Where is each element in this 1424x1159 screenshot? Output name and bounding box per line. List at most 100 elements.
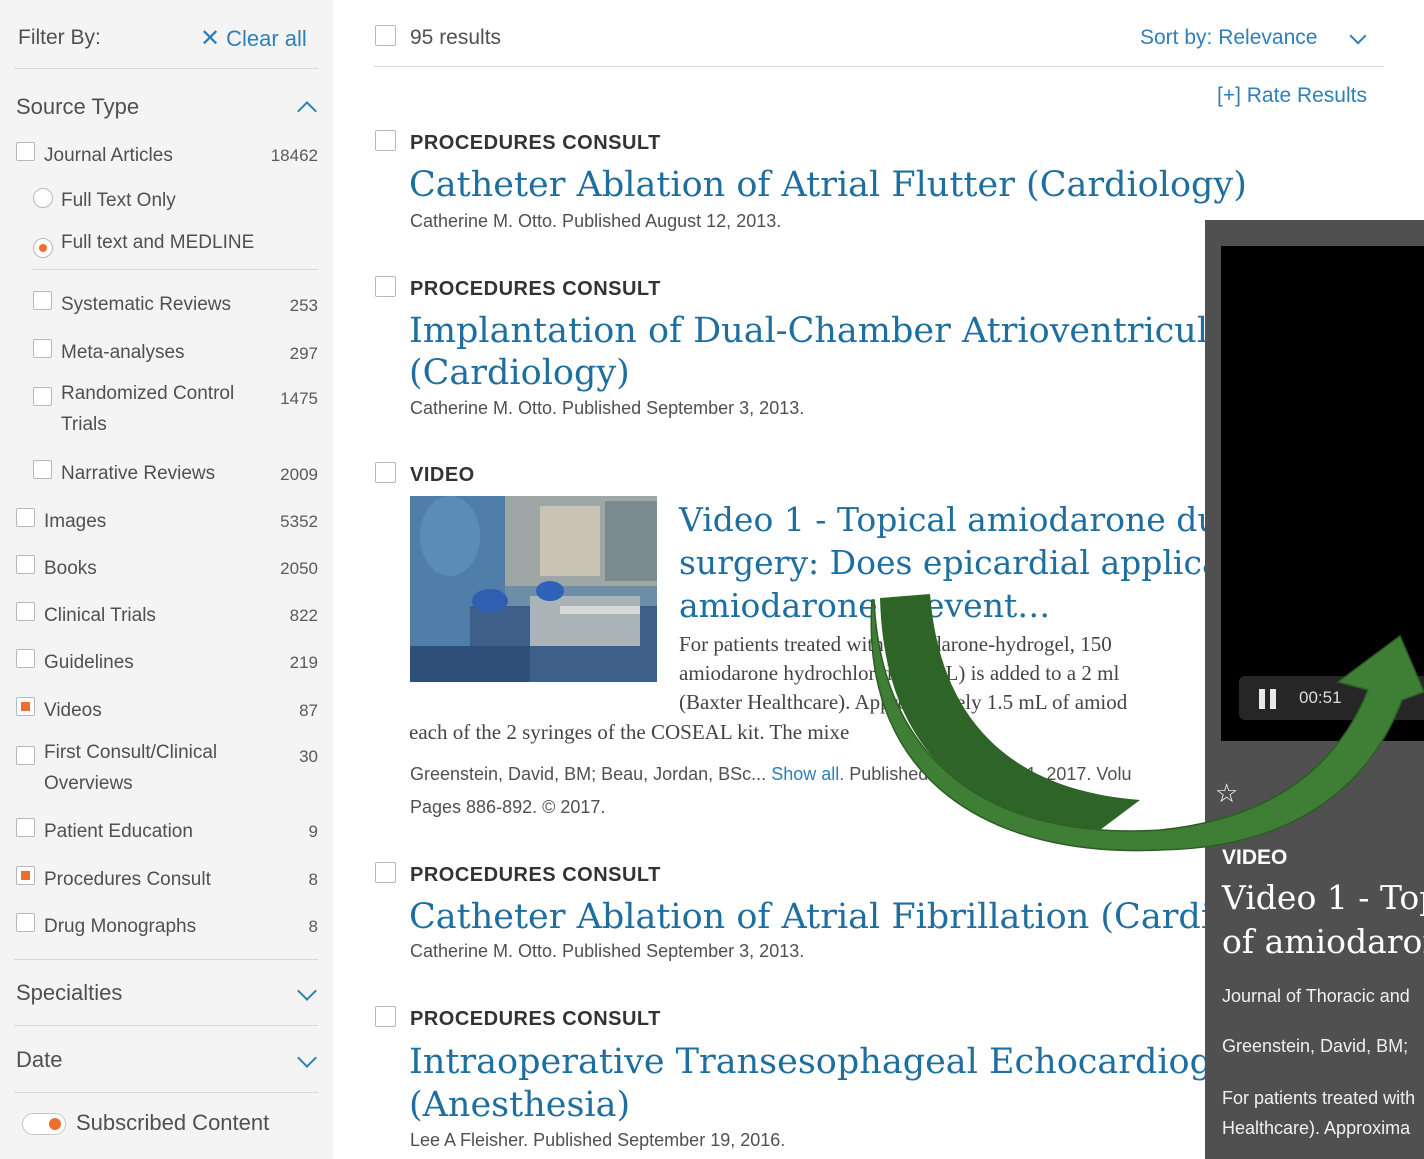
title-line: Video 1 - Top xyxy=(1222,878,1424,917)
checkbox-checked[interactable] xyxy=(16,697,35,716)
video-controls[interactable]: 00:51 xyxy=(1239,676,1424,720)
published: Published September 1, 2017. Volu xyxy=(849,764,1132,784)
title-line: amiodarone prevent… xyxy=(679,586,1051,625)
filter-count: 822 xyxy=(289,606,318,625)
result-meta: Greenstein, David, BM; Beau, Jordan, BSc… xyxy=(410,764,1131,785)
result-meta: Pages 886-892. © 2017. xyxy=(410,797,606,817)
result-checkbox[interactable] xyxy=(375,1006,396,1027)
result-type: PROCEDURES CONSULT xyxy=(410,864,661,886)
filter-label: Procedures Consult xyxy=(44,869,211,890)
filter-label: First Consult/Clinical xyxy=(44,742,218,763)
filter-count: 1475 xyxy=(280,389,318,408)
subscribed-content-toggle[interactable] xyxy=(22,1113,66,1135)
panel-authors: Greenstein, David, BM; xyxy=(1222,1036,1409,1056)
filter-count: 18462 xyxy=(270,146,318,165)
pause-icon[interactable] xyxy=(1259,689,1277,709)
result-title-link[interactable]: Catheter Ablation of Atrial Flutter (Car… xyxy=(409,164,1369,206)
star-icon[interactable]: ☆ xyxy=(1215,778,1238,809)
result-checkbox[interactable] xyxy=(375,130,396,151)
result-checkbox[interactable] xyxy=(375,462,396,483)
chevron-up-icon[interactable] xyxy=(297,101,317,121)
filter-label: Books xyxy=(44,558,97,579)
checkbox[interactable] xyxy=(16,602,35,621)
filter-label: Patient Education xyxy=(44,821,193,842)
result-title-link[interactable]: Video 1 - Topical amiodarone dur surgery… xyxy=(679,498,1246,627)
filter-label: Overviews xyxy=(44,773,133,794)
divider xyxy=(31,269,318,270)
radio[interactable] xyxy=(33,188,53,208)
filter-count: 253 xyxy=(289,296,318,315)
filter-label: Full Text Only xyxy=(61,190,176,211)
rate-results-link[interactable]: [+] Rate Results xyxy=(1217,84,1367,108)
checkbox[interactable] xyxy=(16,508,35,527)
select-all-checkbox[interactable] xyxy=(375,25,396,46)
filter-count: 2009 xyxy=(280,465,318,484)
panel-snippet: Healthcare). Approxima xyxy=(1222,1118,1411,1138)
filter-label: Drug Monographs xyxy=(44,916,197,937)
authors: Greenstein, David, BM; Beau, Jordan, BSc… xyxy=(410,764,767,784)
chevron-down-icon[interactable] xyxy=(297,1048,317,1068)
checkbox[interactable] xyxy=(33,291,52,310)
filter-label: Full text and MEDLINE xyxy=(61,232,255,253)
filter-count: 87 xyxy=(299,701,318,720)
title-line: Video 1 - Topical amiodarone dur xyxy=(679,500,1235,539)
filter-count: 2050 xyxy=(280,559,318,578)
show-all-link[interactable]: Show all. xyxy=(771,764,844,784)
result-type: PROCEDURES CONSULT xyxy=(410,132,661,154)
filter-count: 8 xyxy=(308,917,318,936)
result-meta: Catherine M. Otto. Published September 3… xyxy=(410,941,805,961)
date-header[interactable]: Date xyxy=(16,1047,62,1073)
filter-count: 9 xyxy=(308,822,318,841)
result-snippet: each of the 2 syringes of the COSEAL kit… xyxy=(409,720,850,744)
filter-label: Randomized Control xyxy=(61,383,235,404)
filter-sidebar: Filter By: ✕ Clear all Source Type Journa… xyxy=(0,0,333,1159)
checkbox[interactable] xyxy=(33,339,52,358)
filter-label: Journal Articles xyxy=(44,145,173,166)
result-checkbox[interactable] xyxy=(375,862,396,883)
panel-snippet: For patients treated with xyxy=(1222,1088,1416,1108)
video-thumbnail[interactable] xyxy=(410,496,657,682)
filter-label: Images xyxy=(44,511,107,532)
divider xyxy=(374,66,1384,67)
video-player[interactable] xyxy=(1221,246,1424,741)
checkbox[interactable] xyxy=(16,649,35,668)
result-type: PROCEDURES CONSULT xyxy=(410,1008,661,1030)
clear-all-label: Clear all xyxy=(226,26,307,51)
result-checkbox[interactable] xyxy=(375,276,396,297)
filter-count: 297 xyxy=(289,344,318,363)
source-type-header[interactable]: Source Type xyxy=(16,94,139,120)
result-snippet: For patients treated with amiodarone-hyd… xyxy=(679,632,1112,656)
filter-label: Narrative Reviews xyxy=(61,463,216,484)
checkbox[interactable] xyxy=(16,142,35,161)
specialties-header[interactable]: Specialties xyxy=(16,980,122,1006)
filter-count: 30 xyxy=(299,747,318,766)
filter-count: 219 xyxy=(289,653,318,672)
chevron-down-icon[interactable] xyxy=(297,981,317,1001)
checkbox[interactable] xyxy=(16,746,35,765)
filter-label: Systematic Reviews xyxy=(61,294,231,315)
result-type: PROCEDURES CONSULT xyxy=(410,278,661,300)
video-preview-panel: 00:51 ☆ VIDEO Video 1 - Top of amiodaron… xyxy=(1205,220,1424,1159)
divider xyxy=(14,1092,318,1093)
checkbox[interactable] xyxy=(16,913,35,932)
filter-count: 5352 xyxy=(280,512,318,531)
radio-selected[interactable] xyxy=(33,238,53,258)
filter-label: Guidelines xyxy=(44,652,134,673)
checkbox[interactable] xyxy=(16,818,35,837)
result-type: VIDEO xyxy=(410,464,475,486)
clear-all-button[interactable]: ✕ Clear all xyxy=(200,24,307,53)
checkbox[interactable] xyxy=(33,460,52,479)
result-meta: Catherine M. Otto. Published September 3… xyxy=(410,398,805,418)
panel-journal: Journal of Thoracic and xyxy=(1222,986,1410,1006)
surgery-thumbnail-image xyxy=(410,496,657,682)
chevron-down-icon[interactable] xyxy=(1349,27,1367,45)
sort-dropdown[interactable]: Sort by: Relevance xyxy=(1140,26,1317,50)
checkbox[interactable] xyxy=(16,555,35,574)
checkbox[interactable] xyxy=(33,387,52,406)
filter-label: Trials xyxy=(61,414,107,435)
panel-type: VIDEO xyxy=(1222,846,1288,869)
panel-title: Video 1 - Top of amiodaron xyxy=(1222,876,1424,964)
checkbox-checked[interactable] xyxy=(16,866,35,885)
title-line: surgery: Does epicardial applicati xyxy=(679,543,1246,582)
results-count: 95 results xyxy=(410,26,502,49)
